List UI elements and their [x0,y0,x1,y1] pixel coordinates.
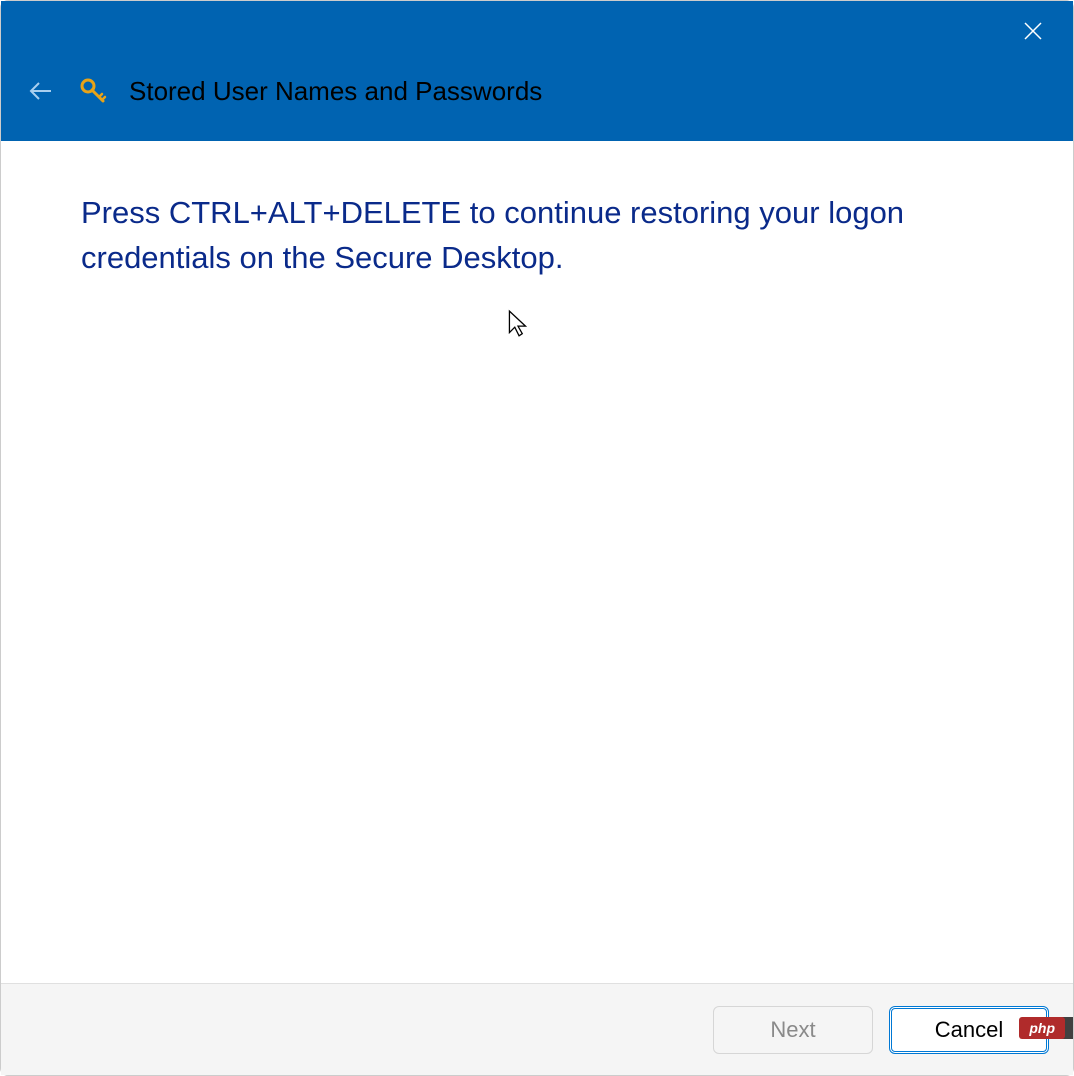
cursor-icon [506,309,530,344]
key-icon [77,75,109,107]
titlebar-main: Stored User Names and Passwords [1,61,1073,121]
titlebar: Stored User Names and Passwords [1,1,1073,141]
content-area: Press CTRL+ALT+DELETE to continue restor… [1,141,1073,981]
window-title: Stored User Names and Passwords [129,76,542,107]
watermark-badge: php [1019,1017,1065,1039]
back-arrow-icon[interactable] [25,75,57,107]
titlebar-controls [1,1,1073,61]
instruction-text: Press CTRL+ALT+DELETE to continue restor… [81,191,993,281]
footer: Next Cancel [1,983,1073,1075]
next-button: Next [713,1006,873,1054]
close-icon[interactable] [1013,11,1053,51]
